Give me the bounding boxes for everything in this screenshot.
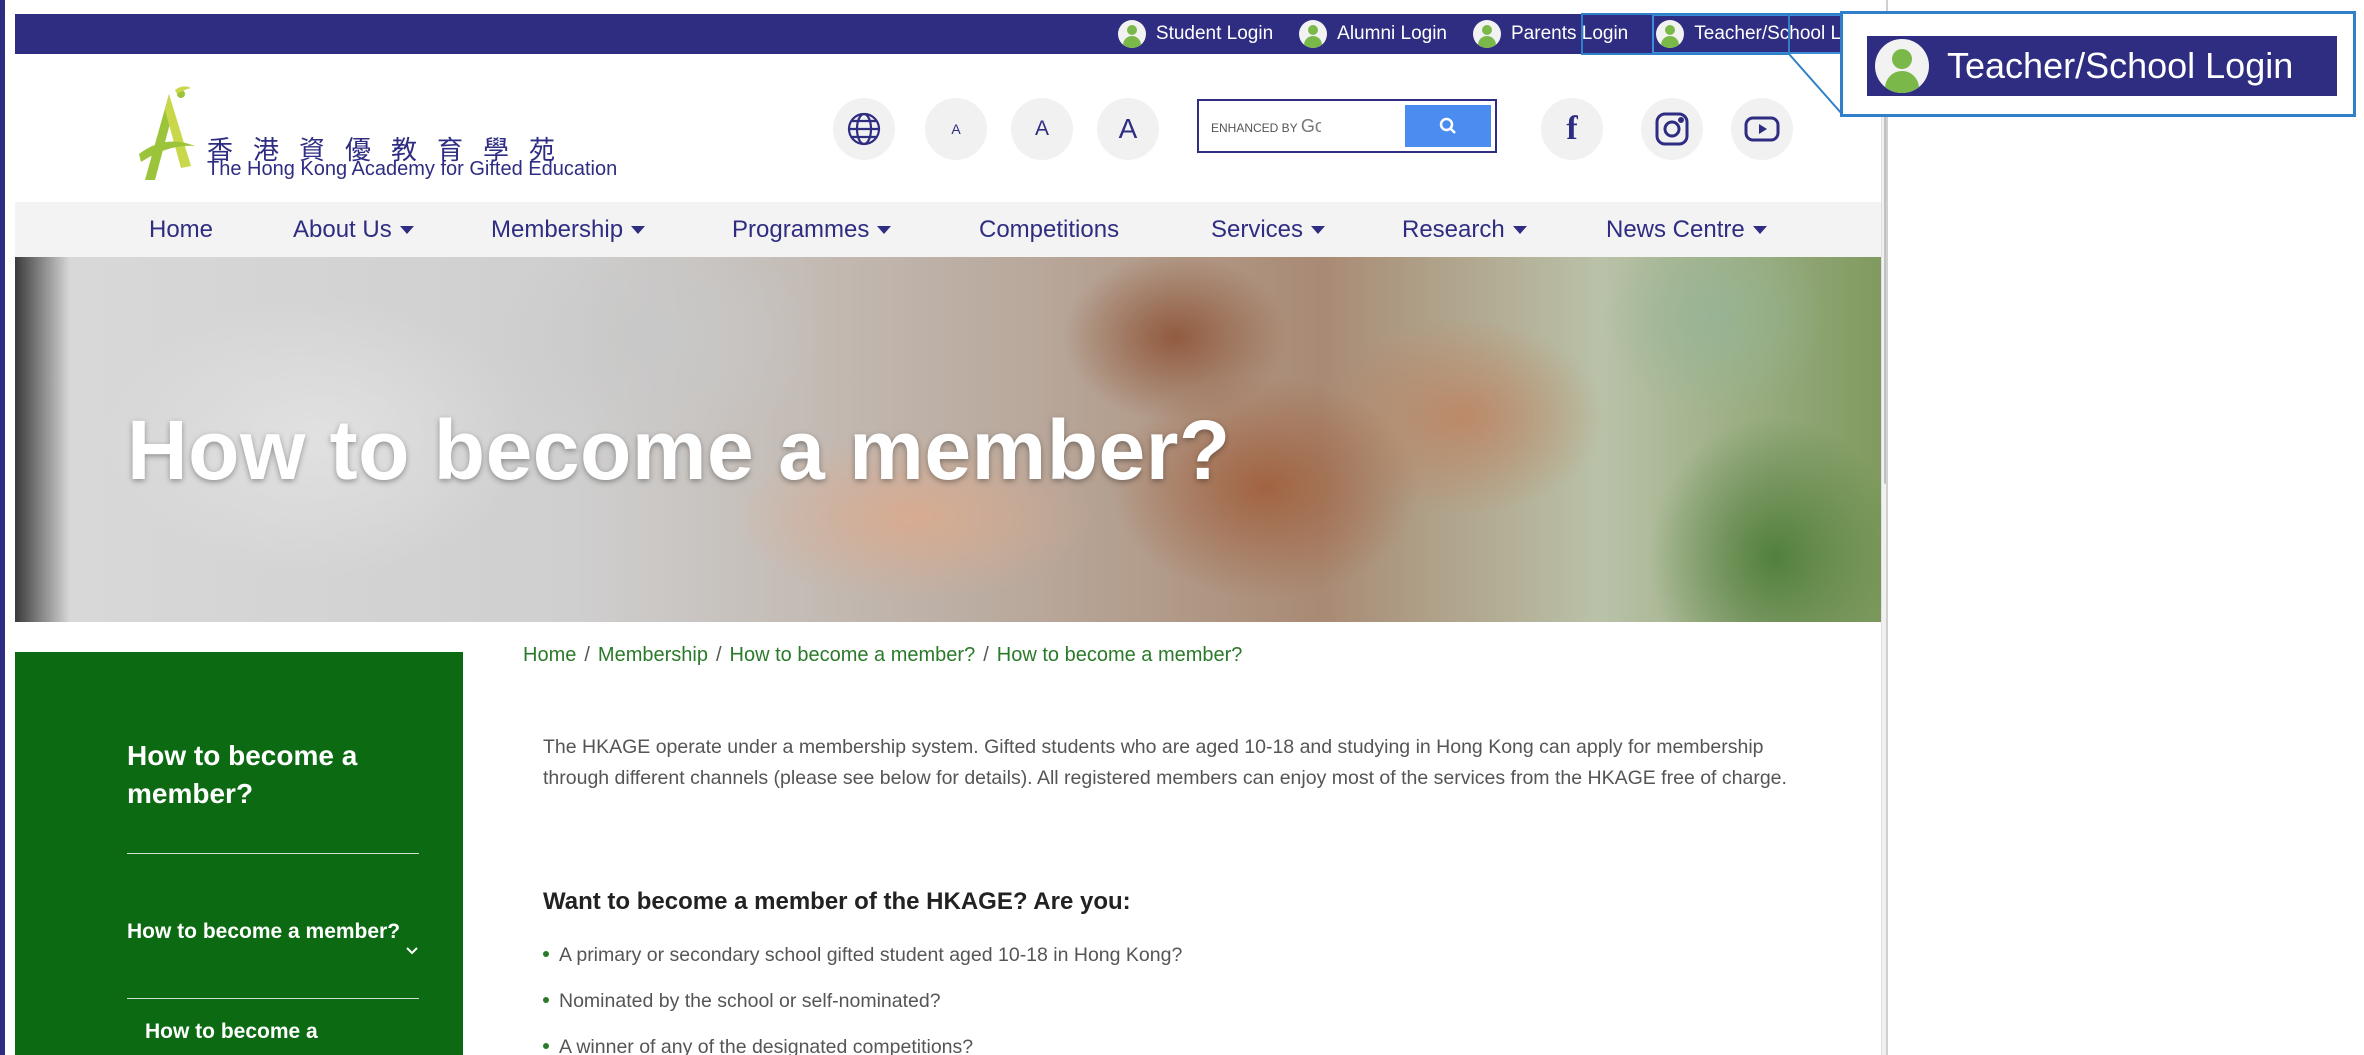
academy-logo-icon (139, 86, 195, 180)
search-branding-brand: Goog (1300, 115, 1321, 136)
caret-down-icon (631, 225, 646, 234)
search-branding-prefix: ENHANCED BY (1211, 120, 1298, 135)
zoomed-login-label: Teacher/School Login (1947, 45, 2294, 86)
youtube-glyph (1744, 116, 1780, 142)
caret-down-icon (1311, 225, 1326, 234)
hero-banner: How to become a member? (15, 257, 1881, 622)
nav-research[interactable]: Research (1402, 202, 1527, 257)
nav-membership[interactable]: Membership (491, 202, 646, 257)
breadcrumb-separator: / (715, 644, 722, 666)
nav-about-us[interactable]: About Us (293, 202, 414, 257)
parents-login-link[interactable]: Parents Login (1471, 14, 1630, 54)
breadcrumb-separator: / (983, 644, 989, 666)
caret-down-icon (877, 225, 892, 234)
font-size-small-button[interactable]: A (925, 98, 987, 160)
sidebar-divider (127, 853, 419, 854)
zoomed-teacher-school-login[interactable]: Teacher/School Login (1867, 36, 2337, 96)
page-title: How to become a member? (127, 403, 1231, 497)
nav-services[interactable]: Services (1211, 202, 1326, 257)
main-content: Home / Membership / How to become a member? /… (463, 622, 1881, 1055)
eligibility-item: Nominated by the school or self-nominate… (543, 990, 941, 1013)
user-icon (1299, 20, 1328, 48)
eligibility-heading: Want to become a member of the HKAGE? Ar… (543, 888, 1131, 915)
facebook-icon[interactable]: f (1541, 98, 1603, 160)
logo-english-name: The Hong Kong Academy for Gifted Educati… (207, 158, 618, 180)
eligibility-item: A winner of any of the designated compet… (543, 1036, 973, 1055)
user-icon (1656, 20, 1685, 48)
site-logo[interactable]: 香港資優教育學苑 The Hong Kong Academy for Gifte… (125, 84, 645, 184)
font-size-large-button[interactable]: A (1097, 98, 1159, 160)
nav-competitions-label: Competitions (979, 215, 1120, 243)
alumni-login-label: Alumni Login (1337, 23, 1447, 44)
nav-home-label: Home (149, 215, 214, 243)
user-icon (1473, 20, 1501, 48)
breadcrumb-current[interactable]: How to become a member? (997, 644, 1243, 666)
nav-programmes[interactable]: Programmes (732, 202, 892, 257)
top-login-bar: Student Login Alumni Login Parents Login… (15, 14, 1881, 54)
hero-shadow (15, 257, 70, 622)
sidebar-divider (127, 998, 419, 999)
alumni-login-link[interactable]: Alumni Login (1297, 14, 1449, 54)
sidebar-title: How to become a member? (127, 740, 358, 809)
chevron-down-icon[interactable] (405, 940, 419, 961)
instagram-glyph (1655, 112, 1689, 146)
nav-programmes-label: Programmes (732, 215, 870, 243)
nav-home[interactable]: Home (149, 202, 213, 257)
caret-down-icon (1512, 225, 1527, 234)
student-login-label: Student Login (1155, 23, 1274, 44)
site-search-box[interactable]: ENHANCED BY Goog (1197, 99, 1497, 153)
breadcrumb-how-to-become[interactable]: How to become a member? (730, 644, 976, 666)
user-icon (1117, 20, 1146, 48)
breadcrumb-home[interactable]: Home (523, 644, 576, 666)
user-icon (1875, 39, 1929, 93)
site-header: 香港資優教育學苑 The Hong Kong Academy for Gifte… (15, 54, 1881, 202)
language-button[interactable] (833, 98, 895, 160)
eligibility-item: A primary or secondary school gifted stu… (543, 944, 1182, 967)
intro-paragraph: The HKAGE operate under a membership sys… (543, 736, 1787, 789)
parents-login-label: Parents Login (1511, 23, 1629, 44)
nav-news-centre-label: News Centre (1606, 215, 1745, 243)
sidebar-item-how-to-become-member[interactable]: How to become a member? (127, 916, 427, 947)
globe-icon (847, 112, 881, 146)
font-size-medium-button[interactable]: A (1011, 98, 1073, 160)
breadcrumb: Home / Membership / How to become a member? /… (523, 644, 1242, 667)
caret-down-icon (1752, 225, 1767, 234)
section-sidebar: How to become a member? How to become a … (15, 652, 463, 1055)
zoom-callout: Teacher/School Login (1840, 11, 2356, 117)
search-icon (1439, 117, 1456, 134)
instagram-icon[interactable] (1641, 98, 1703, 160)
nav-competitions[interactable]: Competitions (979, 202, 1119, 257)
search-branding: ENHANCED BY Goog (1211, 116, 1321, 137)
scrollbar-thumb[interactable] (1884, 84, 1886, 484)
main-navigation: Home About Us Membership Programmes Comp… (15, 202, 1881, 257)
nav-about-us-label: About Us (293, 215, 392, 243)
nav-services-label: Services (1211, 215, 1304, 243)
breadcrumb-membership[interactable]: Membership (598, 644, 708, 666)
nav-membership-label: Membership (491, 215, 624, 243)
browser-viewport: Student Login Alumni Login Parents Login… (0, 0, 1888, 1055)
caret-down-icon (399, 225, 414, 234)
breadcrumb-separator: / (584, 644, 590, 666)
nav-research-label: Research (1402, 215, 1505, 243)
search-button[interactable] (1405, 105, 1491, 147)
nav-news-centre[interactable]: News Centre (1606, 202, 1767, 257)
login-links: Student Login Alumni Login Parents Login… (1094, 14, 1881, 54)
chevron-glyph (406, 947, 418, 955)
page-scrollbar[interactable] (1881, 14, 1886, 1055)
youtube-icon[interactable] (1731, 98, 1793, 160)
sidebar-subitem[interactable]: How to become a (145, 1020, 318, 1044)
student-login-link[interactable]: Student Login (1116, 14, 1275, 54)
